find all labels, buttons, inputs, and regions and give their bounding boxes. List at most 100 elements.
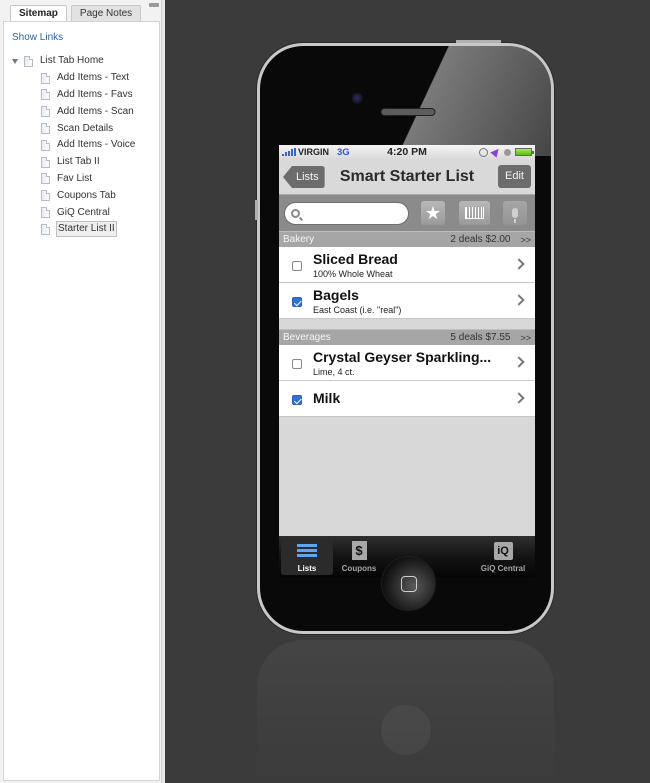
page-icon <box>41 123 50 135</box>
phone-screen: VIRGIN 3G 4:20 PM Lists Smart Starter Li… <box>279 145 535 577</box>
section-more-link[interactable]: >> <box>520 235 531 245</box>
item-subtitle: 100% Whole Wheat <box>313 269 393 279</box>
item-checkbox[interactable] <box>292 297 302 307</box>
chevron-right-icon <box>513 258 525 270</box>
tree-item[interactable]: Fav List <box>4 171 159 188</box>
chevron-right-icon <box>513 294 525 306</box>
sitemap-sidebar: Sitemap Page Notes Show Links List Tab H… <box>0 0 165 783</box>
item-checkbox[interactable] <box>292 359 302 369</box>
tree-item[interactable]: Add Items - Text <box>4 70 159 87</box>
sleep-wake-button <box>456 40 501 43</box>
tree-item[interactable]: Scan Details <box>4 120 159 137</box>
signal-strength-icon <box>282 148 296 156</box>
rotation-lock-icon <box>479 147 488 157</box>
front-camera-icon <box>352 93 363 104</box>
tree-item[interactable]: Add Items - Favs <box>4 87 159 104</box>
section-name: Bakery <box>283 234 315 245</box>
tree-item-label: Coupons Tab <box>57 189 116 201</box>
page-icon <box>41 190 50 202</box>
scan-barcode-button[interactable] <box>459 201 490 225</box>
list-item[interactable]: Milk <box>279 381 535 417</box>
item-title: Milk <box>313 390 341 406</box>
tree-item-list-tab-home[interactable]: List Tab Home <box>4 53 159 70</box>
carrier-name: VIRGIN <box>298 147 330 157</box>
phone-reflection <box>257 640 554 783</box>
item-title: Bagels <box>313 287 359 303</box>
expand-triangle-icon[interactable] <box>12 58 18 64</box>
home-button[interactable] <box>381 556 436 611</box>
page-icon <box>41 72 50 84</box>
status-time: 4:20 PM <box>387 146 427 158</box>
tab-coupons[interactable]: $ Coupons <box>333 538 385 575</box>
tree-item-label: Add Items - Text <box>57 72 130 84</box>
iphone-frame: VIRGIN 3G 4:20 PM Lists Smart Starter Li… <box>257 43 554 634</box>
tree-item[interactable]: GiQ Central <box>4 204 159 221</box>
sitemap-tree: List Tab Home Add Items - Text Add Items… <box>4 53 159 238</box>
location-arrow-icon <box>490 146 502 158</box>
voice-input-button[interactable] <box>503 201 527 225</box>
glass-glare <box>260 46 551 156</box>
page-icon <box>41 106 50 118</box>
item-title: Crystal Geyser Sparkling... <box>313 349 492 365</box>
chevron-right-icon <box>513 392 525 404</box>
star-icon: ★ <box>424 202 442 223</box>
tree-item[interactable]: Add Items - Scan <box>4 103 159 120</box>
tree-item-label: List Tab Home <box>40 55 104 67</box>
coupon-icon: $ <box>351 541 367 560</box>
page-icon <box>41 207 50 219</box>
status-bar: VIRGIN 3G 4:20 PM <box>279 145 535 159</box>
list-item[interactable]: Crystal Geyser Sparkling... Lime, 4 ct. <box>279 345 535 381</box>
show-links-link[interactable]: Show Links <box>12 32 63 43</box>
tree-item[interactable]: Add Items - Voice <box>4 137 159 154</box>
item-checkbox[interactable] <box>292 261 302 271</box>
page-icon <box>41 139 50 151</box>
item-subtitle: Lime, 4 ct. <box>313 367 355 377</box>
tree-item[interactable]: Coupons Tab <box>4 187 159 204</box>
search-input[interactable] <box>305 207 400 219</box>
tree-item-label: Add Items - Favs <box>57 88 133 100</box>
prototype-canvas: VIRGIN 3G 4:20 PM Lists Smart Starter Li… <box>166 0 650 783</box>
sidebar-splitter[interactable] <box>161 0 165 783</box>
tree-item-label: Starter List II <box>56 221 117 238</box>
status-icons <box>479 146 534 158</box>
iphone-body: VIRGIN 3G 4:20 PM Lists Smart Starter Li… <box>260 46 551 631</box>
tab-label: Lists <box>297 563 317 573</box>
home-square-icon <box>401 576 417 592</box>
alarm-icon <box>504 148 511 156</box>
barcode-icon <box>465 207 484 219</box>
page-icon <box>24 55 33 67</box>
sitemap-panel: Show Links List Tab Home Add Items - Tex… <box>3 21 160 781</box>
search-field[interactable] <box>284 201 409 225</box>
tree-item-label: Scan Details <box>57 122 114 134</box>
lists-icon <box>297 543 317 558</box>
item-title: Sliced Bread <box>313 251 398 267</box>
section-name: Beverages <box>283 332 331 343</box>
tab-giq-central[interactable]: iQ GiQ Central <box>473 538 533 575</box>
tree-item[interactable]: List Tab II <box>4 154 159 171</box>
tree-item-label: Add Items - Voice <box>57 139 136 151</box>
page-icon <box>41 223 50 235</box>
edit-button[interactable]: Edit <box>498 165 531 188</box>
section-deals: 2 deals $2.00 <box>450 234 511 245</box>
back-lists-button[interactable]: Lists <box>283 166 325 188</box>
page-title: Smart Starter List <box>339 167 475 185</box>
tab-lists[interactable]: Lists <box>281 538 333 575</box>
tab-page-notes[interactable]: Page Notes <box>70 5 142 22</box>
page-icon <box>41 156 50 168</box>
search-toolbar: ★ <box>279 195 535 231</box>
tree-item-label: GiQ Central <box>57 206 110 218</box>
item-checkbox[interactable] <box>292 395 302 405</box>
section-more-link[interactable]: >> <box>520 333 531 343</box>
section-header-beverages[interactable]: Beverages 5 deals $7.55 >> <box>279 329 535 345</box>
volume-button <box>255 200 258 220</box>
collapse-sidebar-handle[interactable] <box>149 3 159 7</box>
favorites-button[interactable]: ★ <box>421 201 445 225</box>
microphone-icon <box>512 208 518 223</box>
tree-item-label: Add Items - Scan <box>57 105 134 117</box>
earpiece-speaker <box>380 108 436 116</box>
chevron-right-icon <box>513 356 525 368</box>
section-header-bakery[interactable]: Bakery 2 deals $2.00 >> <box>279 231 535 247</box>
list-item[interactable]: Sliced Bread 100% Whole Wheat <box>279 247 535 283</box>
tree-item-selected[interactable]: Starter List II <box>4 221 159 238</box>
list-item[interactable]: Bagels East Coast (i.e. "real") <box>279 283 535 319</box>
